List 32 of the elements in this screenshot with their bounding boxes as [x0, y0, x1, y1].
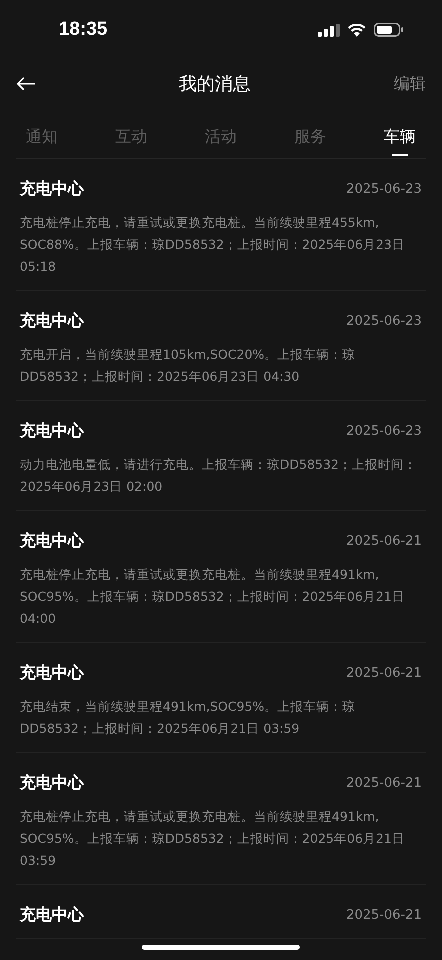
- message-text: 动力电池电量低，请进行充电。上报车辆：琼DD58532；上报时间：2025年06月23日 02:00: [20, 456, 418, 496]
- message-title: 充电中心: [20, 311, 84, 332]
- wifi-icon: [348, 24, 366, 36]
- message-title: 充电中心: [20, 905, 84, 926]
- tab[interactable]: 互动: [116, 121, 148, 158]
- signal-icon: [318, 24, 340, 36]
- message-date: 2025-06-21: [346, 666, 422, 681]
- message-date: 2025-06-23: [346, 314, 422, 329]
- message-text: 充电桩停止充电，请重试或更换充电桩。当前续驶里程455km, SOC88%。上报车辆：琼DD58532；上报时间：2025年06月23日 05:18: [20, 214, 406, 276]
- message-title: 充电中心: [20, 773, 84, 794]
- tab[interactable]: 活动: [205, 121, 237, 158]
- message-title: 充电中心: [20, 531, 84, 552]
- message-title: 充电中心: [20, 421, 84, 442]
- message-date: 2025-06-23: [346, 424, 422, 439]
- tab[interactable]: 车辆: [384, 121, 416, 158]
- tab[interactable]: 通知: [26, 121, 58, 158]
- message-text: 充电桩停止充电，请重试或更换充电桩。当前续驶里程491km, SOC95%。上报车辆：琼DD58532；上报时间：2025年06月21日 03:59: [20, 808, 406, 870]
- back-button[interactable]: [16, 77, 36, 91]
- message-title: 充电中心: [20, 663, 84, 684]
- message-title: 充电中心: [20, 179, 84, 200]
- message-text: 充电桩停止充电，请重试或更换充电桩。当前续驶里程491km, SOC95%。上报车辆：琼DD58532；上报时间：2025年06月21日 04:00: [20, 566, 406, 628]
- message-date: 2025-06-21: [346, 534, 422, 549]
- edit-button[interactable]: 编辑: [394, 74, 426, 94]
- battery-icon: [374, 23, 404, 37]
- message-date: 2025-06-21: [346, 776, 422, 791]
- message-text: 充电结束，当前续驶里程491km,SOC95%。上报车辆：琼 DD58532；上报时间：2025年06月21日 03:59: [20, 698, 357, 738]
- message-date: 2025-06-21: [346, 908, 422, 923]
- message-date: 2025-06-23: [346, 182, 422, 197]
- status-time: 18:35: [59, 19, 108, 41]
- message-text: 充电开启，当前续驶里程105km,SOC20%。上报车辆：琼 DD58532；上报时间：2025年06月23日 04:30: [20, 346, 357, 386]
- tab[interactable]: 服务: [294, 121, 326, 158]
- page-title: 我的消息: [179, 73, 251, 96]
